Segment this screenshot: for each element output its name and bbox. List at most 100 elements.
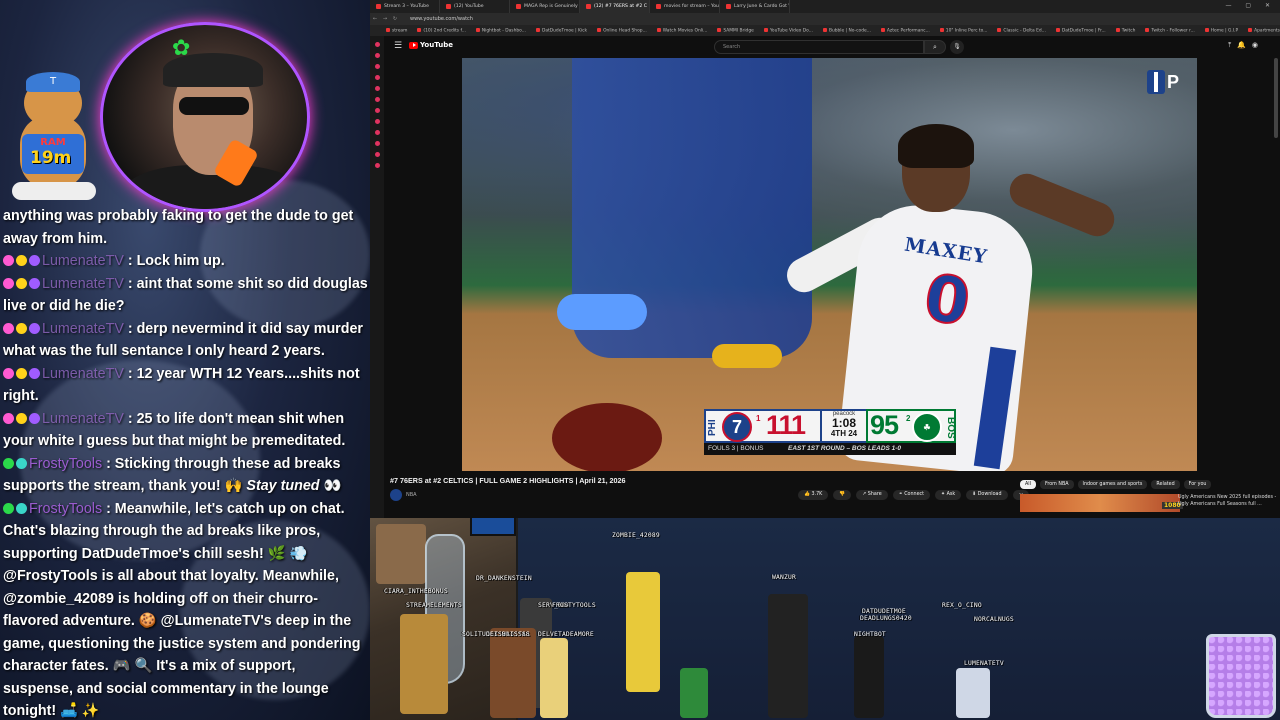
nba-peacock-logo: P <box>1147 70 1187 96</box>
game-clock: 1:08 <box>831 416 857 430</box>
avatar-label: REX_O_CINO <box>942 602 982 609</box>
chat-badge-icon <box>3 322 14 334</box>
forward-icon[interactable]: → <box>380 16 390 22</box>
tab-favicon-icon <box>446 4 451 9</box>
hamburger-menu-icon[interactable]: ☰ <box>394 41 402 51</box>
bookmark-item[interactable]: Classic - Delta Ed... <box>997 28 1045 33</box>
bookmark-item[interactable]: Apartments | Luxu... <box>1248 28 1280 33</box>
side-panel-icon[interactable] <box>374 141 380 146</box>
channel-name[interactable]: NBA <box>406 492 417 498</box>
filter-chip[interactable]: For you <box>1183 480 1212 489</box>
video-player[interactable]: MAXEY 0 P PHI 7 1 111 peacock 1:08 4TH 2… <box>462 58 1197 471</box>
chat-username[interactable]: LumenateTV <box>42 366 124 382</box>
bookmark-item[interactable]: DatDudeTmoe | Kick <box>536 28 587 33</box>
video-action-button[interactable]: ↗ Share <box>856 490 888 500</box>
video-action-button[interactable]: ⚭ Connect <box>892 490 931 500</box>
chat-username[interactable]: LumenateTV <box>42 276 124 292</box>
chat-message: LumenateTV : Lock him up. <box>3 250 369 273</box>
chat-message: LumenateTV : 12 year WTH 12 Years....shi… <box>3 363 369 408</box>
chat-username[interactable]: FrostyTools <box>29 501 102 517</box>
side-panel-icon[interactable] <box>374 163 380 168</box>
chat-username[interactable]: FrostyTools <box>29 456 102 472</box>
chat-text: anything was probably faking to get the … <box>3 208 354 247</box>
bookmark-item[interactable]: Aztec Performanc... <box>881 28 930 33</box>
avatar-sprite <box>626 572 660 692</box>
bookmark-item[interactable]: Twitch - Follower r... <box>1145 28 1194 33</box>
bookmark-item[interactable]: Nightbot - Dashbo... <box>476 28 526 33</box>
bookmark-item[interactable]: Twitch <box>1116 28 1136 33</box>
avatar-label: NORCALNUGS <box>974 616 1014 623</box>
stream-overlay: ✿ T RAM 19m anything was probably faking… <box>0 0 370 720</box>
filter-chip[interactable]: Related <box>1151 480 1180 489</box>
header-right-icons[interactable]: ⤒🔔◉ <box>1228 41 1264 50</box>
side-panel-icon[interactable] <box>374 53 380 58</box>
side-panel-icon[interactable] <box>374 108 380 113</box>
streamer-webcam <box>100 22 310 212</box>
channel-avatar[interactable] <box>390 489 402 501</box>
chat-badge-icon <box>3 457 14 469</box>
chat-badge-icon <box>16 255 27 266</box>
tab-favicon-icon <box>586 4 591 9</box>
tab-favicon-icon <box>516 4 521 9</box>
bookmark-item[interactable]: DatDudeTmoe | Fr... <box>1056 28 1106 33</box>
recommended-video[interactable]: 1080 Ugly Americans New 2025 full episod… <box>1020 494 1280 512</box>
youtube-logo[interactable]: YouTube <box>409 41 453 49</box>
side-panel-icon[interactable] <box>374 64 380 69</box>
side-panel-icon[interactable] <box>374 86 380 91</box>
bookmark-item[interactable]: SAMMI Bridge <box>717 28 753 33</box>
chat-text: : Lock him up. <box>123 253 225 269</box>
bookmark-item[interactable]: Home | G.I.P <box>1205 28 1238 33</box>
browser-tab[interactable]: (12) YouTube <box>440 0 510 13</box>
search-icon[interactable]: ⌕ <box>924 40 946 54</box>
bookmark-item[interactable]: stream <box>386 28 407 33</box>
video-action-button[interactable]: ⬇ Download <box>966 490 1008 500</box>
browser-tab[interactable]: movies for stream – YouT <box>650 0 720 13</box>
address-field[interactable]: www.youtube.com/watch <box>410 16 473 22</box>
peacock-logo-icon: P <box>1167 72 1180 92</box>
browser-tab[interactable]: MAGA Rep is Genuinely <box>510 0 580 13</box>
bookmark-item[interactable]: YouTube Video Do... <box>764 28 813 33</box>
video-action-button[interactable]: 👎 <box>833 490 852 500</box>
search-input[interactable]: Search <box>714 40 924 54</box>
avatar-label: NIGHTBOT <box>854 631 886 638</box>
bookmark-item[interactable]: Watch Movies Onli... <box>657 28 708 33</box>
tab-favicon-icon <box>376 4 381 9</box>
recommendation-chips: All From NBA Indoor games and sports Relate… <box>1020 480 1212 489</box>
video-action-button[interactable]: 👍 3.7K <box>798 490 829 500</box>
chat-badge-icon <box>3 502 14 514</box>
side-panel-icon[interactable] <box>374 97 380 102</box>
side-panel-icon[interactable] <box>374 119 380 124</box>
chat-username[interactable]: LumenateTV <box>42 321 124 337</box>
shot-clock: 24 <box>848 429 858 438</box>
filter-chip[interactable]: All <box>1020 480 1036 489</box>
recommended-thumbnail[interactable] <box>1020 494 1180 512</box>
recommended-title[interactable]: Ugly Americans New 2025 full episodes - … <box>1178 494 1280 508</box>
chat-username[interactable]: LumenateTV <box>42 411 124 427</box>
browser-tab[interactable]: Stream 3 – YouTube <box>370 0 440 13</box>
avatar-label: WANZUR <box>772 574 796 581</box>
chat-username[interactable]: LumenateTV <box>42 253 124 269</box>
side-panel-icon[interactable] <box>374 75 380 80</box>
side-panel-icon[interactable] <box>374 42 380 47</box>
filter-chip[interactable]: From NBA <box>1039 480 1074 489</box>
browser-tab[interactable]: Larry June & Cardo Got W <box>720 0 790 13</box>
video-action-button[interactable]: ✦ Ask <box>935 490 962 500</box>
video-shoe <box>712 344 782 368</box>
chat-message: LumenateTV : derp nevermind it did say m… <box>3 318 369 363</box>
side-panel-icon[interactable] <box>374 152 380 157</box>
channel-info[interactable]: NBA <box>390 489 417 501</box>
window-controls[interactable]: — ▢ ✕ <box>1225 2 1276 9</box>
reload-icon[interactable]: ↻ <box>390 16 400 22</box>
bookmark-item[interactable]: (10) 2nd Credits f... <box>417 28 465 33</box>
microphone-icon[interactable]: 🎙 <box>950 40 964 54</box>
bookmark-item[interactable]: Online Head Shop... <box>597 28 647 33</box>
page-scrollbar[interactable] <box>1274 58 1278 138</box>
browser-tab[interactable]: (12) #7 76ERS at #2 C <box>580 0 650 13</box>
scorebug-clock: peacock 1:08 4TH 24 <box>822 409 866 443</box>
bookmark-item[interactable]: Bubble | No-code... <box>823 28 871 33</box>
back-icon[interactable]: ← <box>370 16 380 22</box>
bookmark-item[interactable]: 10" Inline Perc to... <box>940 28 988 33</box>
side-panel-icon[interactable] <box>374 130 380 135</box>
chat-message: anything was probably faking to get the … <box>3 205 369 250</box>
filter-chip[interactable]: Indoor games and sports <box>1077 480 1148 489</box>
